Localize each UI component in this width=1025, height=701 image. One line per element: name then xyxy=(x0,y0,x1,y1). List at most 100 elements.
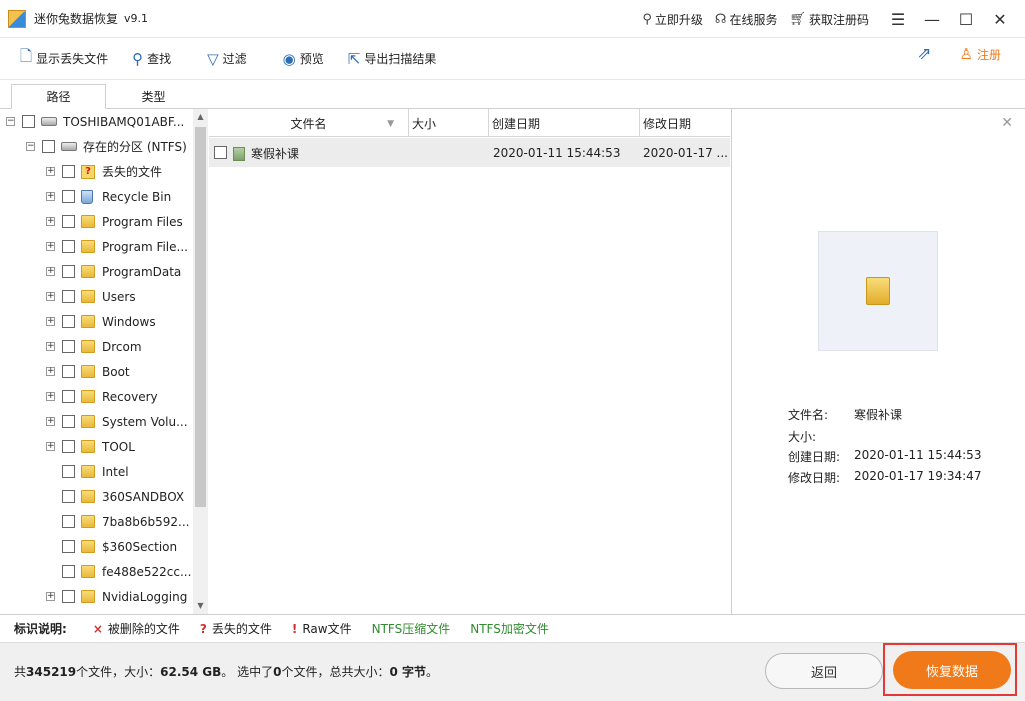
show-lost-files-button[interactable]: 🗋 显示丢失文件 xyxy=(20,44,108,74)
expand-icon[interactable]: + xyxy=(46,417,55,426)
column-modified-header[interactable]: 修改日期 xyxy=(640,109,730,137)
tree-checkbox[interactable] xyxy=(62,165,75,178)
expand-icon[interactable]: + xyxy=(46,317,55,326)
column-created-header[interactable]: 创建日期 xyxy=(489,109,640,137)
menu-button[interactable]: ☰ xyxy=(881,4,915,34)
expand-icon[interactable]: + xyxy=(46,292,55,301)
collapse-icon[interactable]: − xyxy=(26,142,35,151)
tree-item[interactable]: Intel xyxy=(46,459,129,484)
filter-button[interactable]: ▽ 过滤 xyxy=(207,44,247,74)
tree-item[interactable]: 360SANDBOX xyxy=(46,484,184,509)
minimize-button[interactable]: — xyxy=(915,4,949,34)
tree-scrollbar[interactable]: ▲ ▼ xyxy=(193,109,208,614)
tab-type[interactable]: 类型 xyxy=(106,84,201,109)
tree-checkbox[interactable] xyxy=(62,290,75,303)
expand-icon[interactable]: + xyxy=(46,242,55,251)
tree-item[interactable]: + Program File... xyxy=(46,234,188,259)
tree-checkbox[interactable] xyxy=(62,490,75,503)
get-license-link[interactable]: 🛒︎ 获取注册码 xyxy=(789,11,869,28)
scroll-down-icon[interactable]: ▼ xyxy=(193,598,208,614)
tree-checkbox[interactable] xyxy=(62,365,75,378)
tree-item[interactable]: + ProgramData xyxy=(46,259,181,284)
tree-checkbox[interactable] xyxy=(62,540,75,553)
scroll-thumb[interactable] xyxy=(195,127,206,507)
folder-icon xyxy=(81,315,95,328)
tree-item-label: 360SANDBOX xyxy=(102,489,185,504)
close-button[interactable]: ✕ xyxy=(983,4,1017,34)
upgrade-link[interactable]: ⚲ 立即升级 xyxy=(642,11,703,28)
tree-checkbox[interactable] xyxy=(22,115,35,128)
export-results-label: 导出扫描结果 xyxy=(364,52,437,66)
status-text-part: 个文件，大小： xyxy=(76,665,161,679)
tree-item[interactable]: + Users xyxy=(46,284,136,309)
tree-partition-label: 存在的分区 (NTFS) xyxy=(83,140,187,154)
tree-checkbox[interactable] xyxy=(62,240,75,253)
folder-icon xyxy=(81,265,95,278)
find-button[interactable]: ⚲ 查找 xyxy=(132,44,171,74)
tree-item[interactable]: + Recycle Bin xyxy=(46,184,171,209)
tree-checkbox[interactable] xyxy=(62,440,75,453)
table-row[interactable]: 寒假补课 2020-01-11 15:44:53 2020-01-17 ... xyxy=(209,138,730,167)
recover-data-button[interactable]: 恢复数据 xyxy=(893,651,1011,689)
share-icon[interactable]: ⇗ xyxy=(917,44,931,64)
tree-item[interactable]: + Boot xyxy=(46,359,130,384)
maximize-button[interactable]: ☐ xyxy=(949,4,983,34)
tree-item[interactable]: + Recovery xyxy=(46,384,158,409)
tree-checkbox[interactable] xyxy=(62,515,75,528)
export-results-button[interactable]: ⇱ 导出扫描结果 xyxy=(348,44,437,74)
tree-drive-row[interactable]: − TOSHIBAMQ01ABF... xyxy=(6,109,184,134)
expand-icon[interactable]: + xyxy=(46,192,55,201)
scroll-up-icon[interactable]: ▲ xyxy=(193,109,208,125)
back-button[interactable]: 返回 xyxy=(765,653,883,689)
expand-icon[interactable]: + xyxy=(46,442,55,451)
collapse-icon[interactable]: − xyxy=(6,117,15,126)
preview-button[interactable]: ◉ 预览 xyxy=(283,44,324,74)
tree-item[interactable]: +? 丢失的文件 xyxy=(46,159,162,184)
tree-item[interactable]: + System Volu... xyxy=(46,409,188,434)
folder-icon xyxy=(81,490,95,503)
expand-icon[interactable]: + xyxy=(46,367,55,376)
tree-checkbox[interactable] xyxy=(62,315,75,328)
folder-icon xyxy=(81,440,95,453)
tree-item[interactable]: $360Section xyxy=(46,534,177,559)
tree-checkbox[interactable] xyxy=(62,565,75,578)
tree-checkbox[interactable] xyxy=(42,140,55,153)
column-size-header[interactable]: 大小 xyxy=(409,109,489,137)
tree-item[interactable]: 7ba8b6b592... xyxy=(46,509,189,534)
tree-partition-row[interactable]: − 存在的分区 (NTFS) xyxy=(26,134,187,159)
row-checkbox[interactable] xyxy=(214,146,227,159)
column-name-header[interactable]: 文件名 ▼ xyxy=(209,109,409,137)
tree-item[interactable]: + Drcom xyxy=(46,334,142,359)
online-service-link[interactable]: ☊ 在线服务 xyxy=(715,11,778,28)
tree-item-label: 7ba8b6b592... xyxy=(102,514,190,529)
register-button[interactable]: ♙ 注册 xyxy=(960,45,1001,63)
tree-item[interactable]: + Program Files xyxy=(46,209,183,234)
expand-icon[interactable]: + xyxy=(46,267,55,276)
expand-icon[interactable]: + xyxy=(46,217,55,226)
tree-item[interactable]: + Windows xyxy=(46,309,156,334)
tree-item-label: Users xyxy=(102,289,136,304)
tree-checkbox[interactable] xyxy=(62,415,75,428)
column-name-label: 文件名 xyxy=(290,116,327,131)
register-label: 注册 xyxy=(976,47,1001,62)
row-modified: 2020-01-17 ... xyxy=(643,146,728,160)
expand-icon[interactable]: + xyxy=(46,392,55,401)
tree-checkbox[interactable] xyxy=(62,190,75,203)
expand-icon[interactable]: + xyxy=(46,342,55,351)
expand-icon[interactable]: + xyxy=(46,592,55,601)
tree-checkbox[interactable] xyxy=(62,590,75,603)
folder-icon xyxy=(866,277,890,305)
tree-checkbox[interactable] xyxy=(62,390,75,403)
tree-checkbox[interactable] xyxy=(62,265,75,278)
tree-checkbox[interactable] xyxy=(62,465,75,478)
tree-item[interactable]: + NvidiaLogging xyxy=(46,584,187,609)
tab-path[interactable]: 路径 xyxy=(11,84,106,109)
close-preview-icon[interactable]: ✕ xyxy=(1001,115,1013,131)
tree-item[interactable]: fe488e522cc... xyxy=(46,559,191,584)
status-text-part: 。 选中了 xyxy=(221,665,274,679)
tree-checkbox[interactable] xyxy=(62,215,75,228)
expand-icon[interactable]: + xyxy=(46,167,55,176)
tree-item[interactable]: + TOOL xyxy=(46,434,135,459)
close-icon: ✕ xyxy=(993,9,1007,29)
tree-checkbox[interactable] xyxy=(62,340,75,353)
